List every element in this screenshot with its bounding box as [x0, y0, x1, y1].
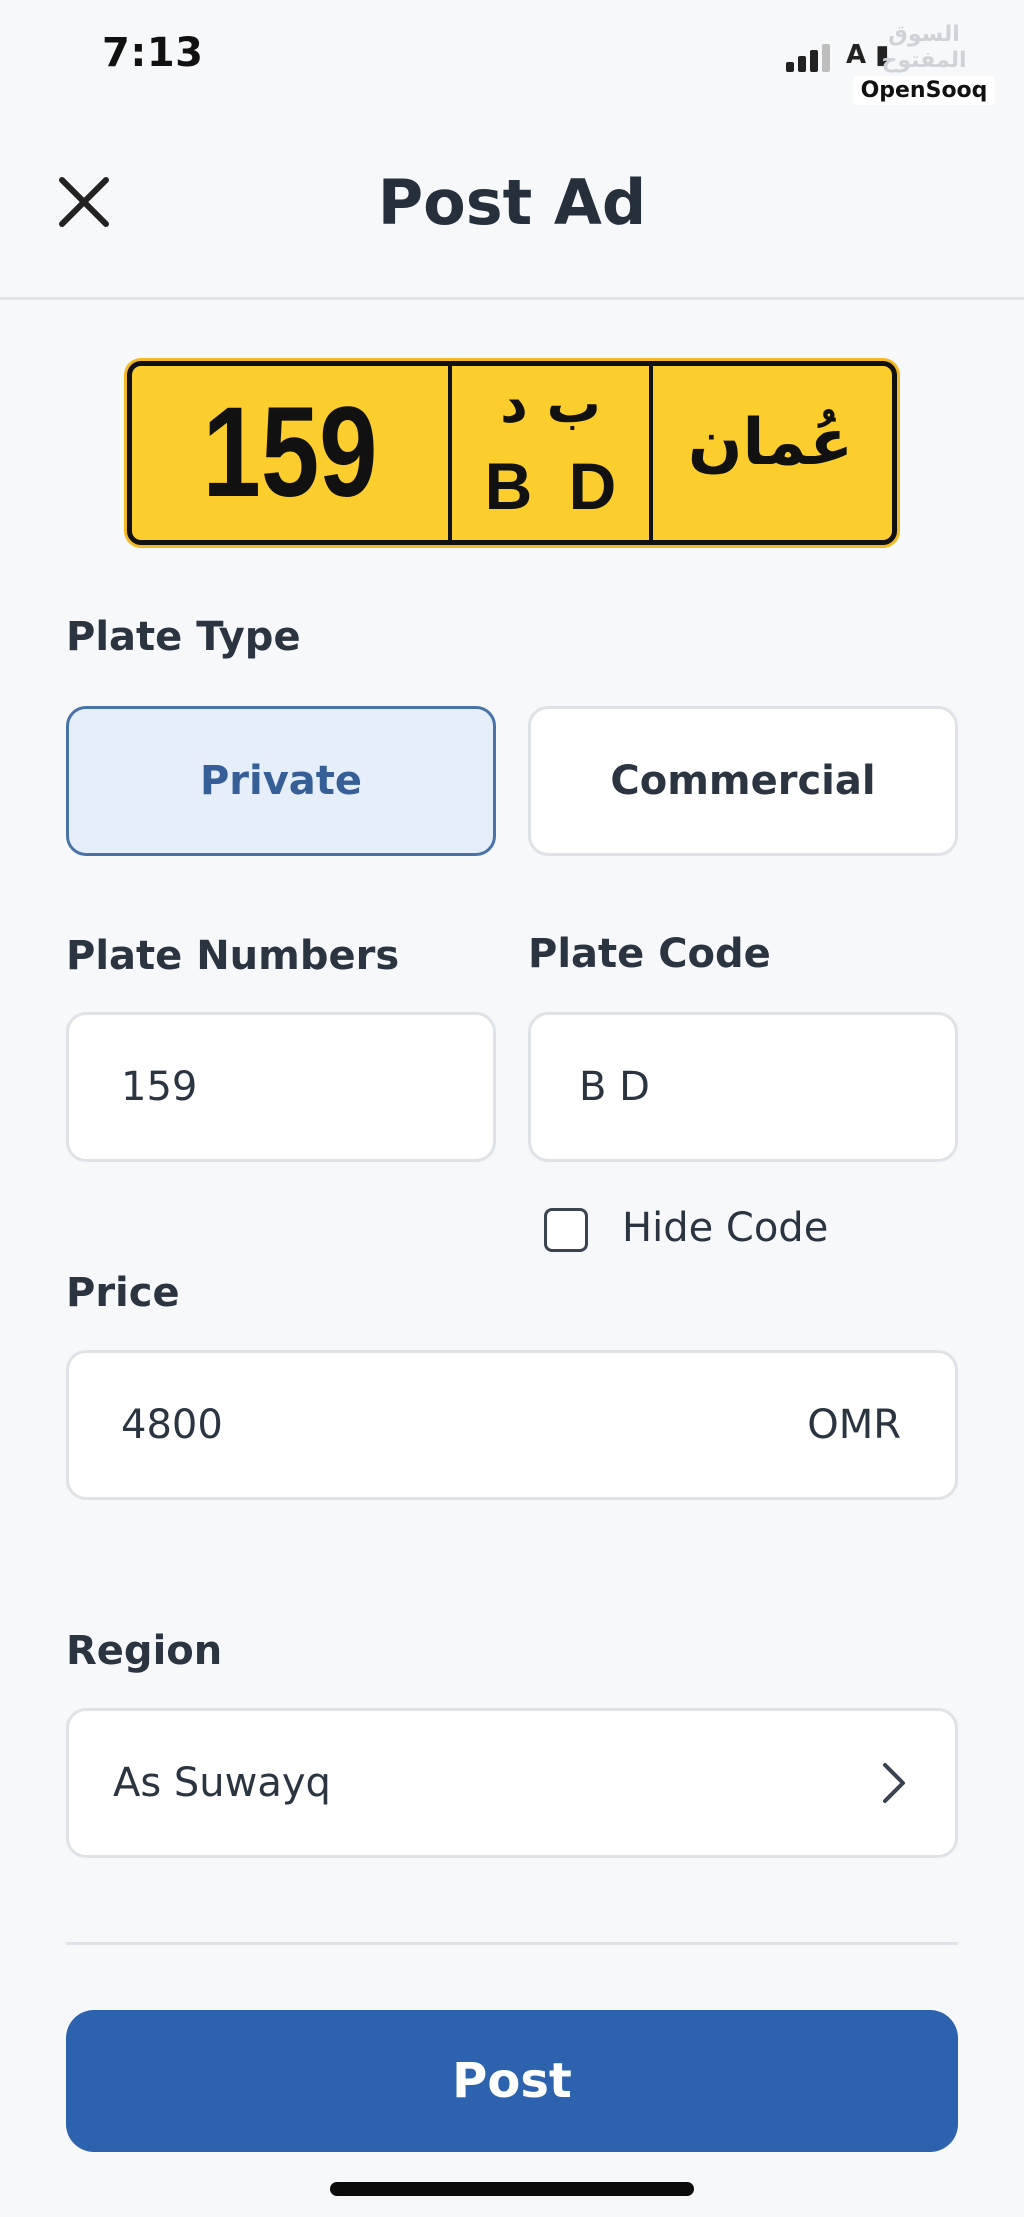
plate-code-field[interactable] — [528, 1012, 958, 1162]
plate-numbers-label: Plate Numbers — [66, 933, 400, 979]
region-select[interactable]: As Suwayq — [66, 1708, 958, 1858]
chevron-right-icon — [883, 1763, 905, 1803]
plate-code-label: Plate Code — [528, 931, 771, 977]
header-divider — [0, 297, 1024, 300]
plate-code-input[interactable] — [579, 1064, 903, 1110]
plate-preview: 159 ب د B D عُمان — [127, 361, 897, 545]
plate-type-commercial-button[interactable]: Commercial — [528, 706, 958, 856]
plate-code-arabic: ب د — [500, 372, 601, 435]
page-title: Post Ad — [377, 166, 647, 239]
plate-country: عُمان — [687, 406, 854, 480]
signal-icon — [786, 44, 832, 72]
hide-code-checkbox[interactable] — [544, 1208, 588, 1252]
plate-number: 159 — [202, 381, 378, 524]
plate-numbers-input[interactable] — [121, 1064, 441, 1110]
region-value: As Suwayq — [113, 1760, 331, 1806]
home-indicator[interactable] — [330, 2182, 694, 2196]
form-divider — [66, 1942, 958, 1945]
watermark-brand: OpenSooq — [852, 76, 996, 105]
price-label: Price — [66, 1270, 180, 1316]
plate-type-label: Plate Type — [66, 614, 301, 660]
region-label: Region — [66, 1628, 223, 1674]
plate-type-private-button[interactable]: Private — [66, 706, 496, 856]
status-time: 7:13 — [102, 30, 204, 76]
price-field[interactable]: OMR — [66, 1350, 958, 1500]
plate-code-latin: B D — [484, 449, 617, 523]
post-button[interactable]: Post — [66, 2010, 958, 2152]
price-input[interactable] — [121, 1402, 808, 1448]
currency-label: OMR — [807, 1402, 901, 1448]
watermark-logo: السوق المفتوح OpenSooq — [848, 22, 1000, 105]
hide-code-label: Hide Code — [622, 1205, 829, 1251]
plate-numbers-field[interactable] — [66, 1012, 496, 1162]
watermark-arabic: السوق المفتوح — [881, 22, 967, 73]
